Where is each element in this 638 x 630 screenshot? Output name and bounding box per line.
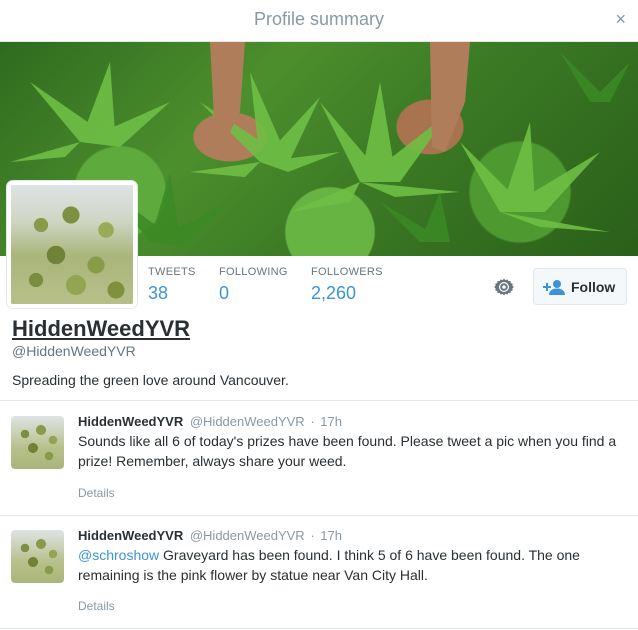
modal-title: Profile summary (253, 9, 385, 29)
tweet-details-link[interactable]: Details (78, 486, 115, 500)
tweet-author-name[interactable]: HiddenWeedYVR (78, 414, 183, 429)
stat-label: FOLLOWING (219, 266, 288, 278)
tweet-author-handle[interactable]: @HiddenWeedYVR (190, 414, 305, 429)
stat-label: FOLLOWERS (311, 266, 383, 278)
divider (0, 400, 638, 401)
profile-display-name[interactable]: HiddenWeedYVR (12, 316, 190, 342)
tweet-header: HiddenWeedYVR @HiddenWeedYVR · 17h (78, 528, 342, 543)
add-user-icon (543, 278, 565, 301)
stat-value: 0 (219, 283, 230, 303)
modal-header: Profile summary × (0, 0, 638, 42)
tweet-header: HiddenWeedYVR @HiddenWeedYVR · 17h (78, 414, 342, 429)
stat-value: 2,260 (311, 283, 357, 303)
close-icon[interactable]: × (615, 9, 626, 29)
tweet-separator: · (310, 414, 315, 429)
tweet-body: Sounds like all 6 of today's prizes have… (78, 433, 617, 469)
tweet-author-name[interactable]: HiddenWeedYVR (78, 528, 183, 543)
divider (0, 628, 638, 629)
stat-followers[interactable]: FOLLOWERS 2,260 (311, 266, 383, 304)
stat-value: 38 (148, 283, 169, 303)
tweet-mention-link[interactable]: @schroshow (78, 547, 159, 563)
stat-tweets[interactable]: TWEETS 38 (148, 266, 196, 304)
tweet-text: @schroshow Graveyard has been found. I t… (78, 545, 628, 585)
tweet-separator: · (310, 528, 315, 543)
tweet-text: Sounds like all 6 of today's prizes have… (78, 431, 628, 471)
tweet-details-link[interactable]: Details (78, 599, 115, 613)
profile-handle: @HiddenWeedYVR (12, 343, 136, 359)
profile-bio: Spreading the green love around Vancouve… (12, 372, 289, 388)
gear-icon[interactable] (492, 275, 516, 299)
tweet-author-handle[interactable]: @HiddenWeedYVR (190, 528, 305, 543)
avatar-image (11, 185, 133, 304)
tweet-avatar[interactable] (11, 530, 64, 583)
tweet-timestamp[interactable]: 17h (320, 414, 342, 429)
divider (0, 515, 638, 516)
follow-button[interactable]: Follow (533, 268, 627, 305)
profile-avatar[interactable] (7, 181, 137, 308)
stat-label: TWEETS (148, 266, 196, 278)
stat-following[interactable]: FOLLOWING 0 (219, 266, 288, 304)
tweet-avatar[interactable] (11, 416, 64, 469)
follow-label: Follow (571, 279, 616, 295)
tweet-timestamp[interactable]: 17h (320, 528, 342, 543)
